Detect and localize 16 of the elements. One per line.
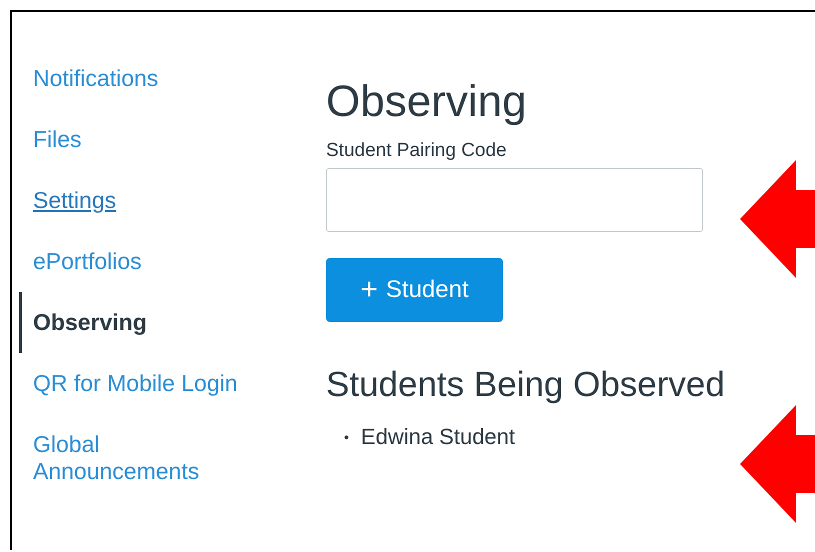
sidebar-link[interactable]: Observing bbox=[19, 292, 258, 353]
arrow-icon bbox=[740, 405, 815, 523]
sidebar-link[interactable]: Global Announcements bbox=[19, 428, 258, 488]
add-student-button[interactable]: + Student bbox=[326, 258, 503, 322]
pairing-code-field[interactable] bbox=[326, 168, 703, 232]
sidebar-link[interactable]: ePortfolios bbox=[19, 245, 258, 278]
sidebar-link[interactable]: Settings bbox=[19, 184, 258, 217]
page-title: Observing bbox=[326, 76, 528, 128]
sidebar-link[interactable]: Notifications bbox=[19, 62, 258, 95]
section-title: Students Being Observed bbox=[326, 364, 725, 406]
sidebar-link[interactable]: Files bbox=[19, 123, 258, 156]
student-name: Edwina Student bbox=[360, 424, 516, 450]
field-label: Student Pairing Code bbox=[326, 140, 507, 162]
arrow-icon bbox=[740, 160, 815, 278]
sidebar-link[interactable]: QR for Mobile Login bbox=[19, 367, 258, 400]
bullet: • bbox=[344, 429, 349, 445]
